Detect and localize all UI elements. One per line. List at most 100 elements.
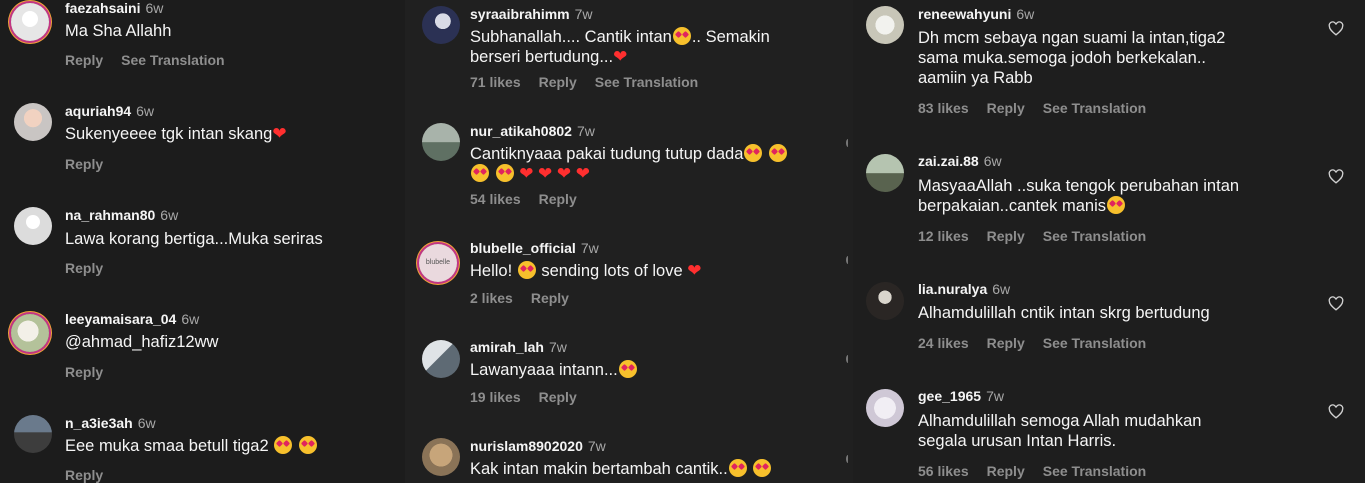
heart-eyes-emoji [274,436,293,454]
avatar[interactable] [14,415,52,453]
comment-actions: Reply See Translation [65,52,243,68]
comment-username[interactable]: n_a3ie3ah 6w [65,415,156,431]
see-translation-button[interactable]: See Translation [595,74,698,90]
reply-button[interactable]: Reply [987,228,1025,244]
avatar[interactable] [422,123,460,161]
comment-username[interactable]: aquriah94 6w [65,103,154,119]
likes-count[interactable]: 24 likes [918,335,969,351]
comment-username[interactable]: blubelle_official 7w [470,240,599,256]
reply-button[interactable]: Reply [531,290,569,306]
heart-eyes-emoji [517,261,536,279]
avatar[interactable] [866,282,904,320]
comment-text: Eee muka smaa betull tiga2 [65,436,318,456]
reply-button[interactable]: Reply [65,260,103,276]
comment-time: 6w [983,153,1002,169]
comment-username[interactable]: lia.nuralya 6w [918,281,1010,297]
comments-panel-middle: syraaibrahimm 7w Subhanallah.... Cantik i… [405,0,853,483]
reply-button[interactable]: Reply [65,156,103,172]
scroll-edge-indicator [846,256,850,264]
avatar[interactable] [11,314,49,352]
comment-username[interactable]: syraaibrahimm 7w [470,6,593,22]
reply-button[interactable]: Reply [65,364,103,380]
avatar-logo-text: blubelle [425,259,451,266]
comment-text: Kak intan makin bertambah cantik.. [470,459,772,479]
likes-count[interactable]: 12 likes [918,228,969,244]
comment-username[interactable]: na_rahman80 6w [65,207,178,223]
comment-text: @ahmad_hafiz12ww [65,333,219,351]
comment-text: Subhanallah.... Cantik intan.. Semakin be… [470,27,770,66]
likes-count[interactable]: 83 likes [918,100,969,116]
comment-time: 6w [992,281,1011,297]
comment-username[interactable]: zai.zai.88 6w [918,153,1002,169]
avatar[interactable] [422,438,460,476]
like-heart-icon[interactable] [1328,21,1344,36]
comment-username[interactable]: reneewahyuni 6w [918,6,1034,22]
avatar[interactable]: blubelle [419,244,457,282]
comment-time: 6w [137,415,156,431]
comment-actions: Reply [65,260,121,276]
comment-actions: 71 likes Reply See Translation [470,74,716,90]
comment-username[interactable]: leeyamaisara_04 6w [65,311,199,327]
comment-time: 7w [548,339,567,355]
heart-eyes-emoji [298,436,317,454]
comment-time: 7w [576,123,595,139]
see-translation-button[interactable]: See Translation [1043,335,1146,351]
see-translation-button[interactable]: See Translation [121,52,224,68]
comment-time: 6w [181,311,200,327]
comment-actions: 19 likes Reply [470,389,595,405]
comment-text: Sukenyeeee tgk intan skang❤ [65,124,287,143]
avatar[interactable] [14,103,52,141]
see-translation-button[interactable]: See Translation [1043,463,1146,479]
comments-panel-left: faezahsaini 6w Ma Sha Allahh Reply See Tra… [0,0,405,483]
reply-button[interactable]: Reply [987,463,1025,479]
reply-button[interactable]: Reply [987,100,1025,116]
likes-count[interactable]: 19 likes [470,389,521,405]
comments-panel-right: reneewahyuni 6w Dh mcm sebaya ngan suami … [853,0,1365,483]
heart-eyes-emoji [495,164,514,182]
heart-eyes-emoji [728,459,747,477]
reply-button[interactable]: Reply [987,335,1025,351]
comment-username[interactable]: amirah_lah 7w [470,339,567,355]
avatar[interactable] [422,340,460,378]
comment-username[interactable]: gee_1965 7w [918,388,1004,404]
comment-username[interactable]: nurislam8902020 7w [470,438,606,454]
comment-text: Dh mcm sebaya ngan suami la intan,tiga2 … [918,29,1226,87]
comment-text: Cantiknyaaa pakai tudung tutup dada ❤ ❤ … [470,144,788,184]
comment-text: Alhamdulillah cntik intan skrg bertudung [918,304,1210,322]
like-heart-icon[interactable] [1328,169,1344,184]
avatar[interactable] [866,154,904,192]
reply-button[interactable]: Reply [539,191,577,207]
comment-time: 6w [1016,6,1035,22]
comment-text: Lawa korang bertiga...Muka seriras [65,230,323,248]
comment-actions: Reply [65,364,121,380]
likes-count[interactable]: 71 likes [470,74,521,90]
likes-count[interactable]: 54 likes [470,191,521,207]
reply-button[interactable]: Reply [539,74,577,90]
see-translation-button[interactable]: See Translation [1043,228,1146,244]
reply-button[interactable]: Reply [65,467,103,483]
avatar[interactable] [422,6,460,44]
likes-count[interactable]: 56 likes [918,463,969,479]
comment-username[interactable]: nur_atikah0802 7w [470,123,595,139]
see-translation-button[interactable]: See Translation [1043,100,1146,116]
comment-actions: Reply [65,467,121,483]
scroll-edge-indicator [846,139,850,147]
scroll-edge-indicator [846,355,850,363]
comment-text: Alhamdulillah semoga Allah mudahkan sega… [918,412,1202,450]
reply-button[interactable]: Reply [65,52,103,68]
like-heart-icon[interactable] [1328,404,1344,419]
likes-count[interactable]: 2 likes [470,290,513,306]
reply-button[interactable]: Reply [539,389,577,405]
heart-eyes-emoji [753,459,772,477]
avatar[interactable] [14,207,52,245]
red-heart-emoji: ❤ [687,261,702,280]
avatar[interactable] [11,3,49,41]
comment-time: 7w [574,6,593,22]
like-heart-icon[interactable] [1328,296,1344,311]
avatar[interactable] [866,389,904,427]
avatar[interactable] [866,6,904,44]
heart-eyes-emoji [768,144,787,162]
comment-time: 6w [136,103,155,119]
heart-eyes-emoji [1107,196,1126,214]
comment-username[interactable]: faezahsaini 6w [65,0,163,16]
